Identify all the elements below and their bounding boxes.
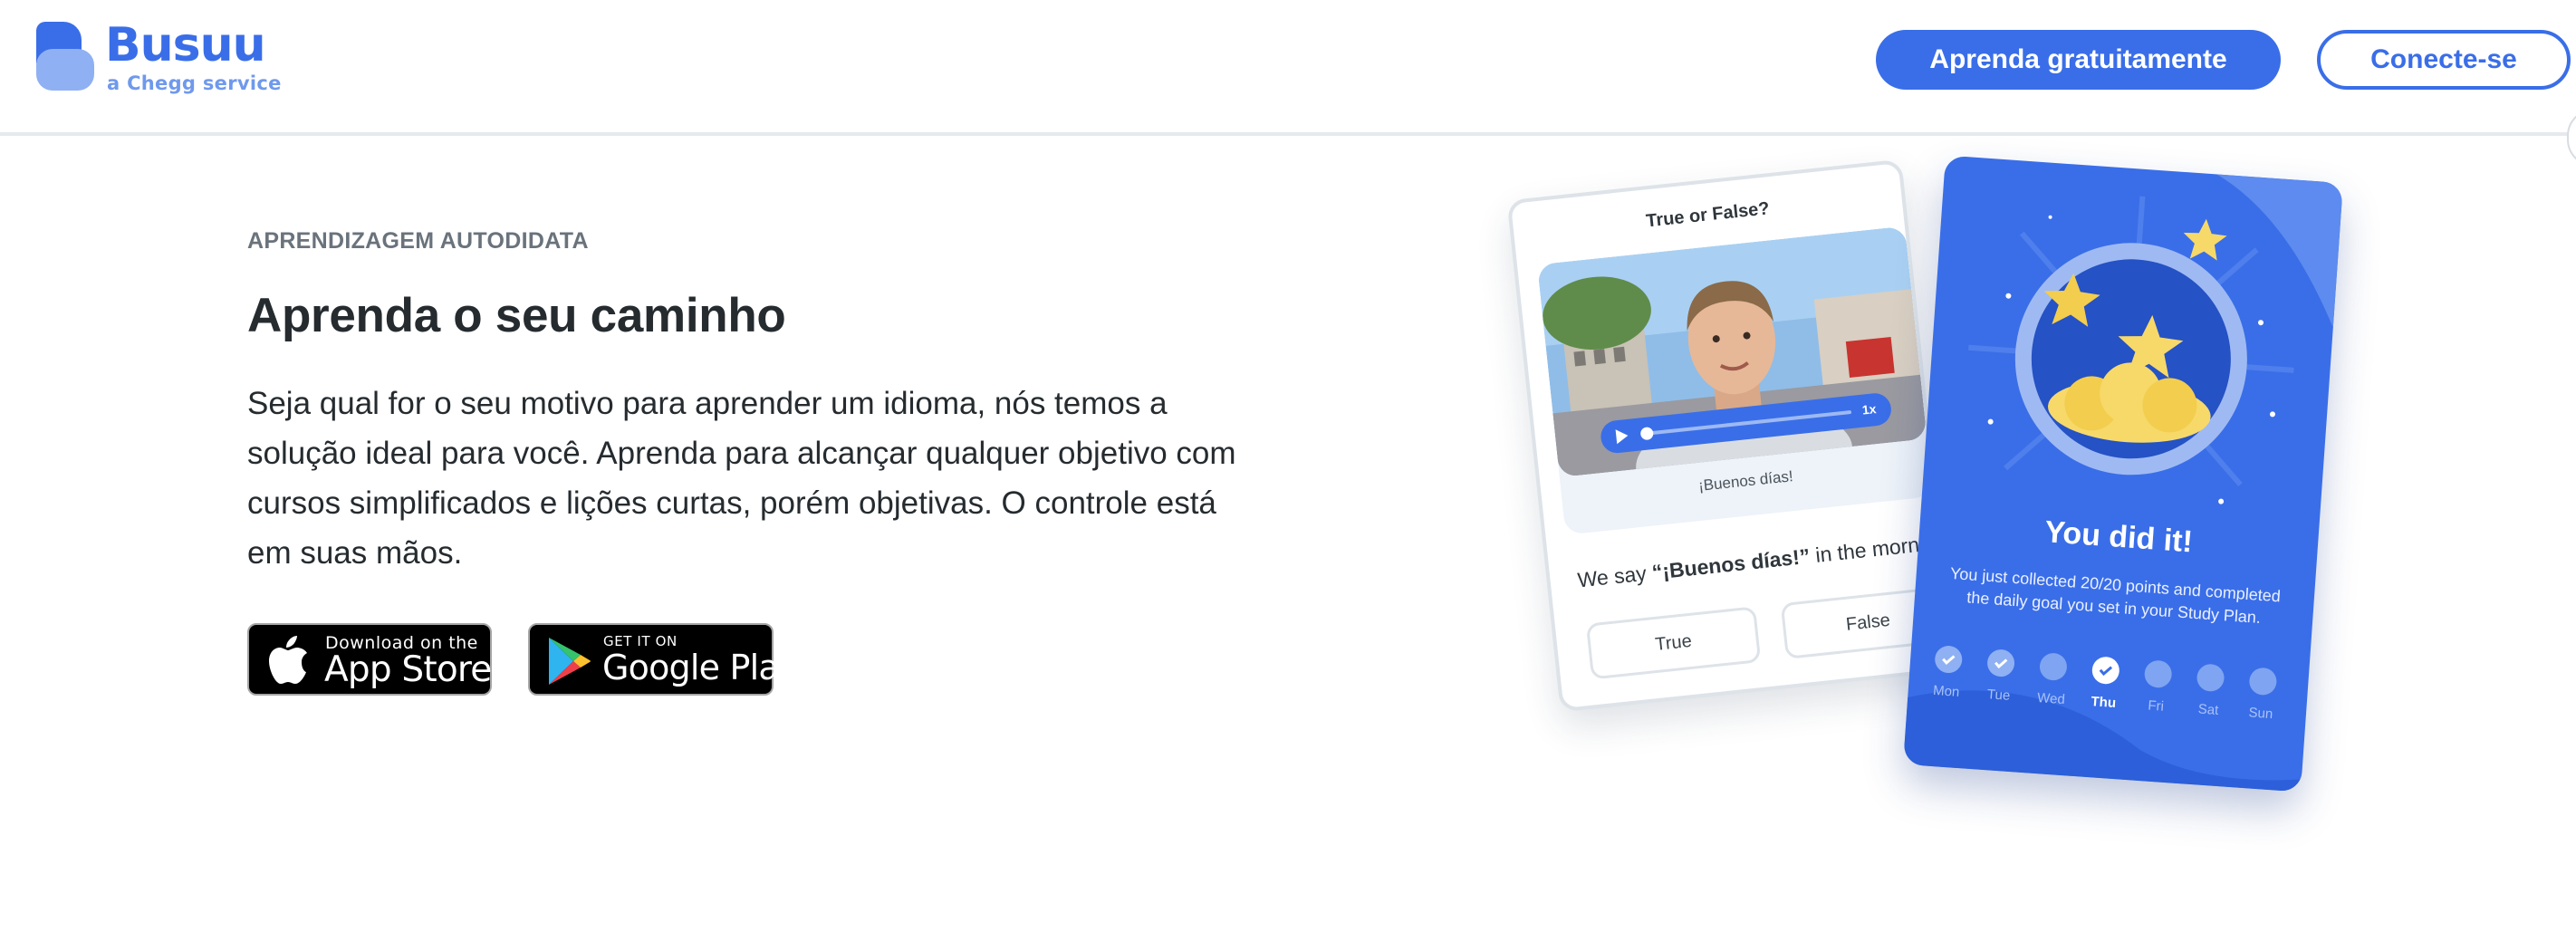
top-navigation-bar: Busuu a Chegg service Aprenda gratuitame… [0, 0, 2576, 136]
play-icon[interactable] [1613, 427, 1631, 446]
question-phrase: “¡Buenos días!” [1650, 543, 1812, 584]
video-progress-knob[interactable] [1639, 426, 1654, 441]
weekday-mon: Mon [1920, 644, 1975, 701]
playback-speed[interactable]: 1x [1861, 401, 1877, 418]
check-icon [1934, 645, 1964, 675]
goal-complete-card-illustration: You did it! You just collected 20/20 poi… [1903, 155, 2343, 792]
weekday-tue: Tue [1973, 648, 2027, 705]
learn-free-button[interactable]: Aprenda gratuitamente [1876, 30, 2281, 90]
option-true-button[interactable]: True [1585, 606, 1762, 680]
empty-day-dot [2196, 663, 2225, 693]
check-icon [1986, 648, 2016, 678]
google-play-badge[interactable]: GET IT ON Google Play [528, 623, 799, 696]
question-text-start: We say [1576, 560, 1654, 592]
quiz-question: We say “¡Buenos días!” in the mornin [1576, 531, 1937, 592]
empty-day-dot [2038, 652, 2068, 682]
logo-tagline: a Chegg service [107, 72, 282, 94]
busuu-logo-mark-icon [36, 22, 94, 91]
quiz-card-illustration: True or False? 1x ¡Buenos días! We say “… [1506, 158, 1956, 713]
google-play-icon [549, 638, 591, 685]
empty-day-dot [2143, 659, 2173, 689]
empty-day-dot [2248, 667, 2278, 696]
section-title: Aprenda o seu caminho [247, 289, 786, 342]
quiz-video-panel: 1x ¡Buenos días! [1537, 226, 1934, 535]
logo-wordmark: Busuu [105, 18, 266, 72]
weekday-fri: Fri [2130, 658, 2185, 716]
google-play-name: Google Play [602, 648, 799, 687]
check-icon [2091, 656, 2120, 686]
apple-icon [269, 636, 307, 684]
weekday-thu: Thu [2078, 655, 2132, 712]
weekday-sun: Sun [2235, 666, 2289, 723]
section-eyebrow: APRENDIZAGEM AUTODIDATA [247, 228, 589, 254]
section-description: Seja qual for o seu motivo para aprender… [247, 386, 1236, 571]
weekday-sat: Sat [2183, 662, 2237, 719]
weekday-wed: Wed [2025, 651, 2080, 708]
app-store-name: App Store [324, 649, 492, 690]
video-thumbnail: 1x [1537, 226, 1927, 478]
busuu-logo[interactable]: Busuu a Chegg service [36, 18, 290, 101]
app-store-badge[interactable]: Download on the App Store [247, 623, 492, 696]
login-button[interactable]: Conecte-se [2317, 30, 2571, 90]
